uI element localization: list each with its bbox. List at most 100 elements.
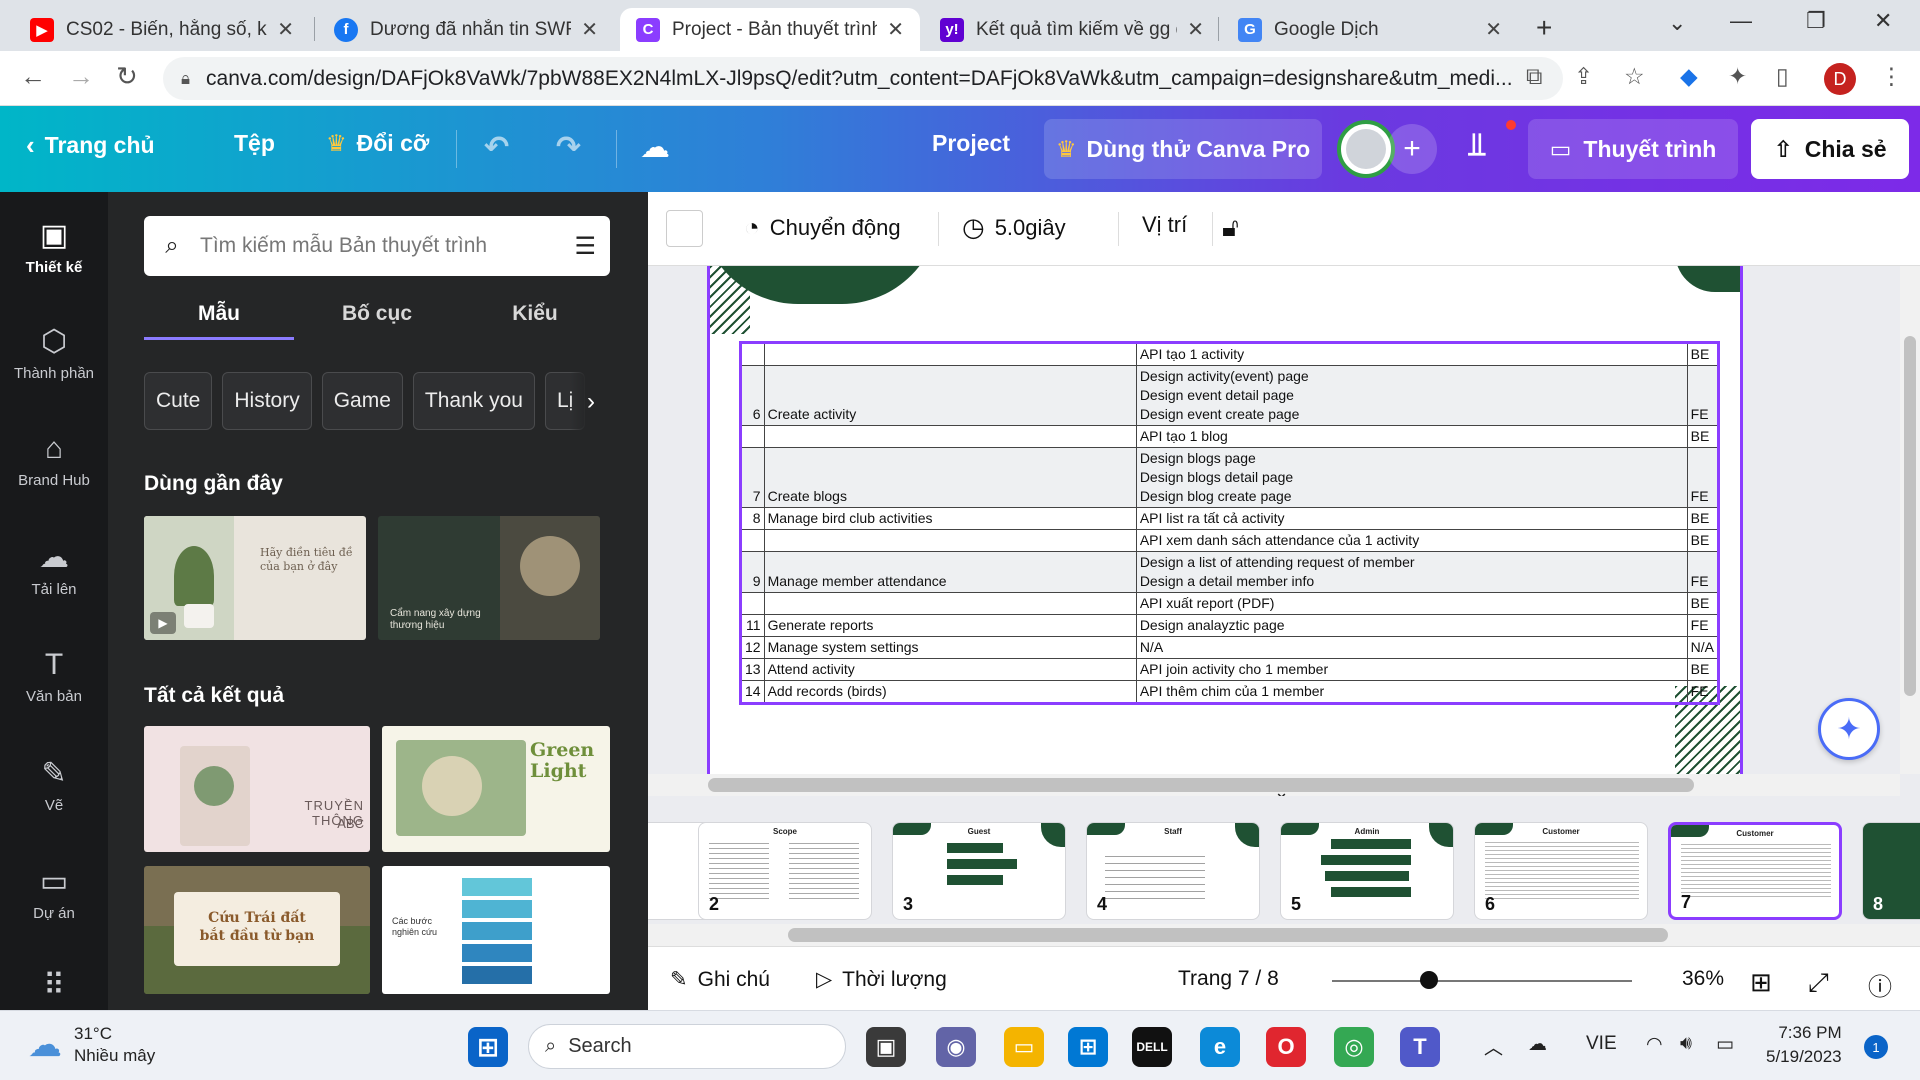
browser-tab-yahoo[interactable]: y! Kết quả tìm kiếm về gg d ✕ — [924, 8, 1220, 51]
browser-tab-youtube[interactable]: ▶ CS02 - Biến, hằng số, kiểu ✕ — [14, 8, 310, 51]
cloud-saved-icon[interactable]: ☁ — [640, 130, 670, 165]
teams-icon[interactable]: T — [1400, 1027, 1440, 1067]
taskbar-search[interactable]: ⌕ Search — [528, 1024, 846, 1069]
result-template-1[interactable]: TRUYỀN THÔNG ABC — [144, 726, 370, 852]
result-template-3[interactable]: Cứu Trái đất bắt đầu từ bạn — [144, 866, 370, 994]
magic-sparkle-button[interactable]: ✦ — [1818, 698, 1880, 760]
forward-icon[interactable]: → — [68, 61, 94, 92]
rail-item-projects[interactable]: ▭ Dự án — [0, 864, 108, 922]
position-button[interactable]: Vị trí — [1142, 212, 1187, 238]
meet-icon[interactable]: ◉ — [936, 1027, 976, 1067]
chip-cute[interactable]: Cute — [144, 372, 213, 430]
browser-tab-canva[interactable]: C Project - Bản thuyết trình ✕ — [620, 8, 920, 51]
system-clock[interactable]: 7:36 PM 5/19/2023 — [1766, 1021, 1842, 1069]
tab-search-icon[interactable]: ⌄ — [1668, 10, 1686, 36]
chrome-icon[interactable]: ◎ — [1334, 1027, 1374, 1067]
tab-layouts[interactable]: Bố cục — [302, 292, 452, 326]
recent-template-1[interactable]: Hãy điền tiêu đề của bạn ở đây ▶ — [144, 516, 366, 640]
zoom-percentage[interactable]: 36% — [1682, 967, 1724, 991]
tab-templates[interactable]: Mẫu — [144, 292, 294, 340]
template-search-input[interactable]: ⌕ Tìm kiếm mẫu Bản thuyết trình ☰ — [144, 216, 610, 276]
result-template-4[interactable]: Các bước nghiên cứu — [382, 866, 610, 994]
zoom-slider-track[interactable] — [1332, 980, 1632, 982]
fullscreen-icon[interactable]: ⤢ — [1808, 967, 1829, 999]
weather-widget[interactable]: ☁ 31°C Nhiều mây — [28, 1023, 155, 1067]
rail-item-draw[interactable]: ✎ Vẽ — [0, 756, 108, 814]
resize-button[interactable]: ♛ Đổi cỡ — [326, 130, 429, 157]
language-indicator[interactable]: VIE — [1586, 1033, 1617, 1055]
chevron-right-icon[interactable]: › — [570, 372, 612, 432]
chip-thank-you[interactable]: Thank you — [412, 372, 535, 430]
dell-icon[interactable]: DELL — [1132, 1027, 1172, 1067]
page-thumb-7[interactable]: Customer 7 — [1668, 822, 1842, 920]
present-button[interactable]: ▭ Thuyết trình — [1528, 119, 1738, 179]
page-thumb-5[interactable]: Admin 5 — [1280, 822, 1454, 920]
reload-icon[interactable]: ↻ — [116, 61, 138, 92]
browser-menu-icon[interactable]: ⋮ — [1880, 63, 1903, 90]
show-hidden-icons[interactable]: ︿ — [1484, 1033, 1503, 1060]
page-thumb-4[interactable]: Staff 4 — [1086, 822, 1260, 920]
close-tab-icon[interactable]: ✕ — [277, 17, 294, 42]
home-button[interactable]: ‹ Trang chủ — [26, 130, 155, 161]
requirements-table[interactable]: API tạo 1 activity BE 6 Create activity Desi… — [739, 341, 1720, 705]
close-tab-icon[interactable]: ✕ — [887, 17, 904, 42]
minimize-icon[interactable]: — — [1730, 8, 1752, 34]
browser-tab-facebook[interactable]: f Dương đã nhắn tin SWR1( ✕ — [318, 8, 614, 51]
close-tab-icon[interactable]: ✕ — [1485, 17, 1502, 42]
restore-icon[interactable]: ❐ — [1806, 8, 1826, 34]
animate-button[interactable]: ◔ Chuyển động — [744, 212, 901, 243]
file-menu-button[interactable]: Tệp — [234, 130, 275, 157]
filter-icon[interactable]: ☰ — [574, 232, 596, 261]
battery-icon[interactable]: ▭ — [1716, 1033, 1734, 1056]
duration-button[interactable]: ◷ 5.0giây — [962, 212, 1066, 243]
help-icon[interactable]: ⓘ — [1868, 967, 1892, 1002]
wifi-icon[interactable]: ◠ — [1646, 1033, 1663, 1056]
lock-icon[interactable]: 🔓︎ — [1222, 212, 1239, 244]
zoom-slider-knob[interactable] — [1420, 971, 1438, 989]
share-button[interactable]: ⇧ Chia sẻ — [1751, 119, 1909, 179]
add-collaborator-button[interactable]: + — [1387, 124, 1437, 174]
bookmark-star-icon[interactable]: ☆ — [1624, 63, 1645, 90]
file-explorer-icon[interactable]: ▭ — [1004, 1027, 1044, 1067]
try-canva-pro-button[interactable]: ♛ Dùng thử Canva Pro — [1044, 119, 1322, 179]
side-panel-icon[interactable]: ▯ — [1776, 63, 1789, 90]
page-thumb-6[interactable]: Customer 6 — [1474, 822, 1648, 920]
insights-chart-icon[interactable]: ⫫ — [1468, 126, 1486, 164]
rail-item-design[interactable]: ▣ Thiết kế — [0, 218, 108, 276]
tab-styles[interactable]: Kiểu — [460, 292, 610, 326]
recent-template-2[interactable]: Cẩm nang xây dựng thương hiệu — [378, 516, 600, 640]
close-window-icon[interactable]: ✕ — [1874, 8, 1892, 34]
lock-icon[interactable]: 🔒︎ — [181, 69, 190, 89]
rail-item-elements[interactable]: ⬡ Thành phần — [0, 324, 108, 382]
result-template-2[interactable]: Green Light — [382, 726, 610, 852]
page-indicator[interactable]: Trang 7 / 8 — [1178, 967, 1279, 991]
notification-badge[interactable]: 1 — [1864, 1035, 1888, 1059]
background-color-swatch[interactable] — [666, 210, 703, 247]
rail-item-brand-hub[interactable]: ⌂ Brand Hub — [0, 432, 108, 489]
translate-icon[interactable]: ⧉ — [1526, 63, 1542, 90]
back-icon[interactable]: ← — [20, 61, 46, 92]
close-tab-icon[interactable]: ✕ — [1187, 17, 1204, 42]
page-thumb-2[interactable]: Scope 2 — [698, 822, 872, 920]
volume-icon[interactable]: 🔊︎ — [1680, 1033, 1692, 1055]
rail-item-apps[interactable]: ⠿ — [0, 968, 108, 1009]
close-tab-icon[interactable]: ✕ — [581, 17, 598, 42]
duration-footer-button[interactable]: ▷ Thời lượng — [816, 967, 947, 992]
chip-history[interactable]: History — [222, 372, 312, 430]
windows-start-icon[interactable]: ⊞ — [468, 1027, 508, 1067]
opera-icon[interactable]: O — [1266, 1027, 1306, 1067]
new-tab-button[interactable]: + — [1536, 12, 1552, 44]
extensions-puzzle-icon[interactable]: ✦ — [1728, 63, 1747, 90]
browser-tab-google-translate[interactable]: G Google Dịch ✕ — [1222, 8, 1518, 51]
notes-button[interactable]: ✎ Ghi chú — [670, 967, 770, 992]
rail-item-uploads[interactable]: ☁ Tải lên — [0, 540, 108, 598]
microsoft-store-icon[interactable]: ⊞ — [1068, 1027, 1108, 1067]
task-view-icon[interactable]: ▣ — [866, 1027, 906, 1067]
edge-icon[interactable]: e — [1200, 1027, 1240, 1067]
redo-icon[interactable]: ↷ — [556, 130, 581, 165]
onedrive-cloud-icon[interactable]: ☁ — [1528, 1033, 1547, 1056]
share-page-icon[interactable]: ⇪ — [1574, 63, 1593, 90]
url-bar[interactable]: 🔒︎ canva.com/design/DAFjOk8VaWk/7pbW88EX… — [163, 57, 1563, 100]
undo-icon[interactable]: ↶ — [484, 130, 509, 165]
grid-view-icon[interactable]: ⊞ — [1750, 967, 1772, 998]
